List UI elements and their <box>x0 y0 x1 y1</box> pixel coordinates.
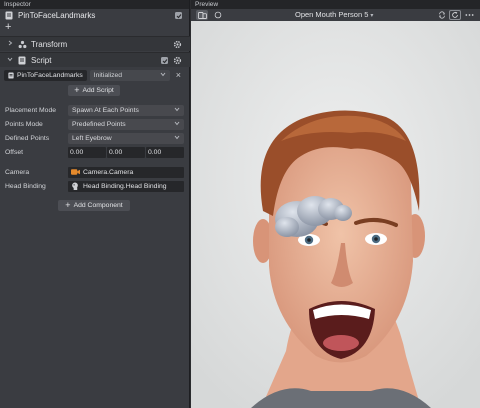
script-enabled-checkbox[interactable] <box>161 57 168 64</box>
chevron-right-icon <box>7 40 15 48</box>
preview-person-select[interactable]: Open Mouth Person 5 ▾ <box>295 10 373 19</box>
transform-label: Transform <box>31 39 68 49</box>
chevron-down-icon <box>160 71 166 79</box>
plus-icon: + <box>65 200 71 210</box>
gear-icon[interactable] <box>173 56 182 65</box>
points-mode-row: Points Mode Predefined Points <box>5 118 185 130</box>
camera-field[interactable]: Camera.Camera <box>68 166 184 178</box>
refresh-icon <box>452 11 458 18</box>
points-mode-label: Points Mode <box>5 120 43 128</box>
offset-y-field[interactable]: 0.00 <box>107 146 145 158</box>
add-component-button[interactable]: + Add Component <box>58 200 130 211</box>
offset-row: Offset 0.00 0.00 0.00 <box>5 146 185 158</box>
preview-viewport[interactable] <box>191 21 480 408</box>
defined-points-value: Left Eyebrow <box>72 134 112 142</box>
add-object-button[interactable]: + <box>5 22 11 33</box>
script-icon <box>18 56 27 65</box>
head-binding-label: Head Binding <box>5 182 46 190</box>
camera-value: Camera.Camera <box>83 168 134 176</box>
refresh-button[interactable] <box>449 10 461 20</box>
script-asset-field[interactable]: PinToFaceLandmarks <box>4 70 87 81</box>
chevron-down-icon: ▾ <box>370 13 374 19</box>
add-script-label: Add Script <box>82 87 114 94</box>
offset-x-field[interactable]: 0.00 <box>68 146 106 158</box>
script-status-value: Initialized <box>93 72 123 79</box>
checkbox-icon <box>162 58 167 63</box>
head-binding-value: Head Binding.Head Binding <box>83 182 167 190</box>
object-name: PinToFaceLandmarks <box>18 11 96 20</box>
inspector-panel: Inspector PinToFaceLandmarks + Transform… <box>0 0 190 408</box>
face-preview-image <box>191 21 480 408</box>
head-binding-field[interactable]: Head Binding.Head Binding <box>68 180 184 192</box>
camera-mode-button[interactable] <box>212 10 224 20</box>
add-script-button[interactable]: + Add Script <box>68 85 120 96</box>
defined-points-label: Defined Points <box>5 134 50 142</box>
preview-title: Preview <box>191 0 480 9</box>
inspector-title: Inspector <box>0 0 189 9</box>
gear-icon[interactable] <box>173 40 182 49</box>
placement-mode-row: Placement Mode Spawn At Each Points <box>5 104 185 116</box>
close-icon[interactable]: × <box>176 70 181 80</box>
offset-label: Offset <box>5 148 24 156</box>
script-icon <box>5 11 13 20</box>
placement-mode-label: Placement Mode <box>5 106 57 114</box>
chevron-down-icon <box>174 134 180 142</box>
defined-points-select[interactable]: Left Eyebrow <box>68 132 184 144</box>
script-label: Script <box>31 55 52 65</box>
more-button[interactable] <box>463 10 475 20</box>
transform-header[interactable]: Transform <box>0 36 190 51</box>
script-status-select[interactable]: Initialized <box>89 70 170 81</box>
head-binding-row: Head Binding Head Binding.Head Binding <box>5 180 185 192</box>
add-component-label: Add Component <box>73 202 123 209</box>
chevron-down-icon <box>174 106 180 114</box>
scene-object-row[interactable]: PinToFaceLandmarks <box>0 9 190 22</box>
camera-icon <box>71 168 80 176</box>
head-binding-icon <box>71 182 80 190</box>
preview-toolbar: Open Mouth Person 5 ▾ <box>191 9 480 21</box>
device-icon <box>197 11 207 19</box>
script-asset-row: PinToFaceLandmarks Initialized × <box>4 69 186 82</box>
script-asset-name: PinToFaceLandmarks <box>17 72 83 79</box>
refresh-icon <box>439 11 445 19</box>
script-header[interactable]: Script <box>0 52 190 67</box>
points-mode-select[interactable]: Predefined Points <box>68 118 184 130</box>
camera-label: Camera <box>5 168 30 176</box>
chevron-down-icon <box>7 56 15 64</box>
placement-mode-value: Spawn At Each Points <box>72 106 139 114</box>
device-preview-button[interactable] <box>196 10 208 20</box>
checkbox-icon <box>176 13 181 18</box>
preview-panel: Preview Open Mouth Person 5 ▾ <box>191 0 480 408</box>
circle-icon <box>214 11 222 19</box>
defined-points-row: Defined Points Left Eyebrow <box>5 132 185 144</box>
placement-mode-select[interactable]: Spawn At Each Points <box>68 104 184 116</box>
points-mode-value: Predefined Points <box>72 120 126 128</box>
object-enabled-checkbox[interactable] <box>175 12 182 19</box>
plus-icon: + <box>74 85 80 95</box>
preview-person-label: Open Mouth Person 5 <box>295 10 369 19</box>
more-icon <box>464 14 474 16</box>
script-icon <box>8 72 14 79</box>
offset-z-field[interactable]: 0.00 <box>146 146 184 158</box>
camera-row: Camera Camera.Camera <box>5 166 185 178</box>
transform-icon <box>18 40 27 49</box>
swap-button[interactable] <box>436 10 448 20</box>
chevron-down-icon <box>174 120 180 128</box>
